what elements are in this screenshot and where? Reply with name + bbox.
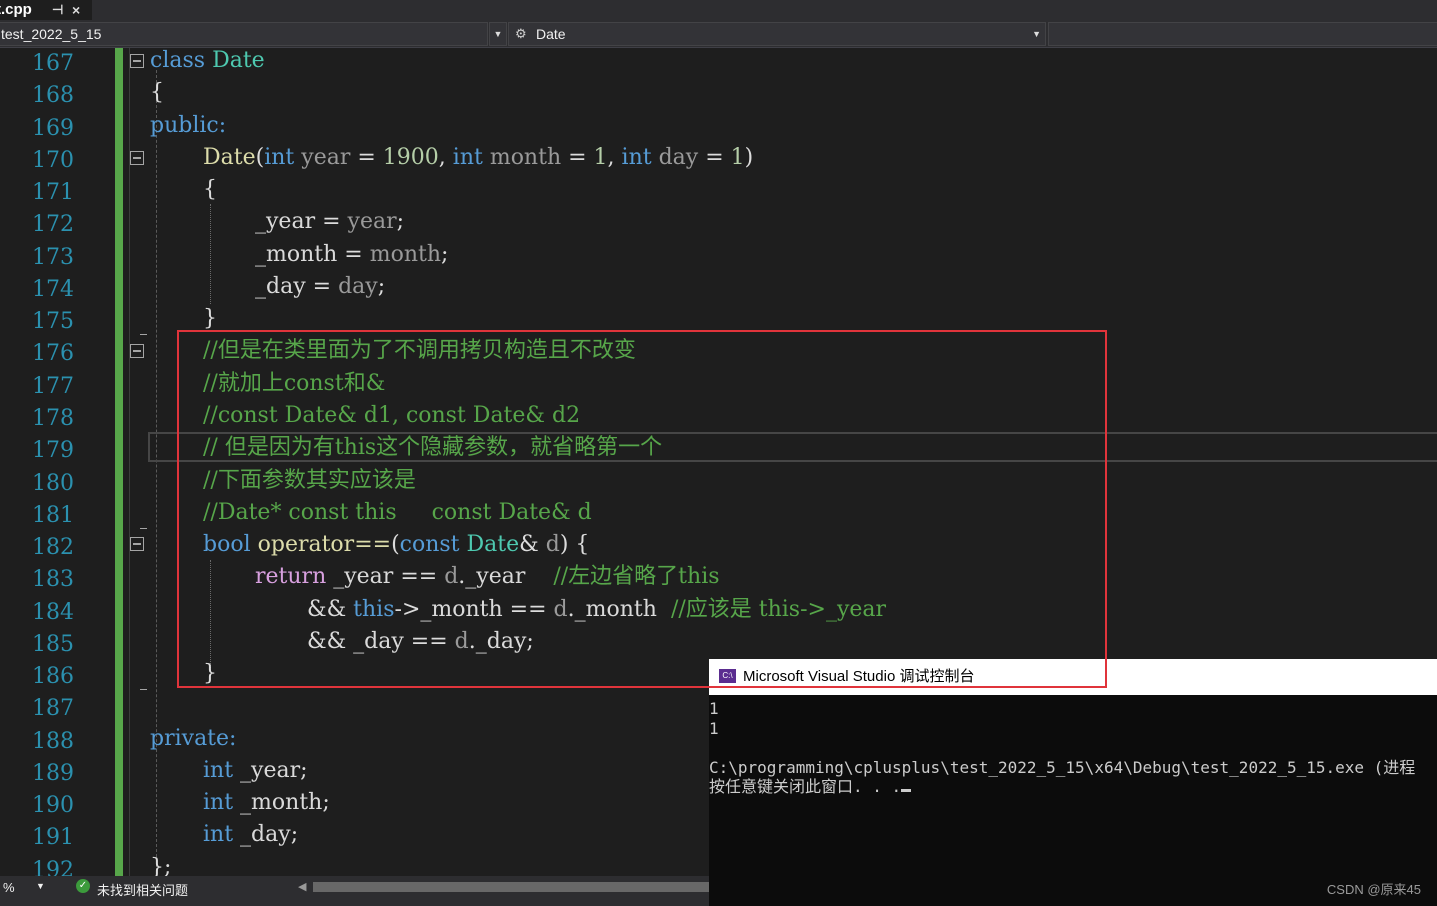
line-number: 185 [32,631,74,657]
code-line: _day = day; [255,273,386,299]
outline-guide-end [140,689,147,690]
horizontal-scrollbar[interactable] [313,882,709,892]
outline-margin [129,48,130,876]
watermark: CSDN @原来45 [1326,882,1421,897]
class-icon: ⚙ [515,26,527,41]
check-circle-icon: ✓ [76,879,90,893]
line-number: 192 [32,857,74,876]
line-number: 170 [32,147,74,173]
line-number: 187 [32,696,74,722]
highlight-annotation-box [177,330,1107,688]
console-line: 1 [709,699,719,718]
code-line: int _day; [203,822,299,848]
console-output[interactable]: 11 C:\programming\cplusplus\test_2022_5_… [709,699,1415,797]
line-number: 176 [32,341,74,367]
change-indicator-bar [115,48,123,876]
code-line: private: [150,725,237,751]
outline-guide-end [140,528,147,529]
line-number: 180 [32,470,74,496]
zoom-level[interactable]: % [3,880,15,895]
code-line: _year = year; [255,209,405,235]
debug-console-window[interactable]: C:\ Microsoft Visual Studio 调试控制台 11 C:\… [709,659,1437,906]
line-number: 190 [32,793,74,819]
code-line: }; [150,854,172,876]
line-number: 178 [32,405,74,431]
member-value: Date [536,26,566,42]
code-line: public: [150,112,227,138]
line-number: 177 [32,373,74,399]
code-line: { [203,177,217,203]
issues-status[interactable]: 未找到相关问题 [97,880,188,899]
function-dropdown[interactable] [1048,22,1437,46]
outline-guide-end [140,334,147,335]
chevron-down-icon[interactable]: ▼ [489,22,507,46]
text-cursor [901,789,912,792]
code-line: Date(int year = 1900, int month = 1, int… [203,144,754,170]
code-line: _month = month; [255,241,449,267]
line-number: 172 [32,212,74,238]
file-tab[interactable]: t.cpp ⊣ × [0,0,92,20]
file-tab-label: t.cpp [0,1,32,18]
line-number: 191 [32,825,74,851]
navigation-bar: test_2022_5_15 ▼ ⚙ Date ▼ [0,20,1437,48]
code-line: int _month; [203,790,330,816]
collapse-toggle-icon[interactable] [130,151,144,165]
project-scope-value: test_2022_5_15 [1,26,102,42]
line-number: 171 [32,180,74,206]
console-line: 1 [709,718,719,738]
pin-icon[interactable]: ⊣ [52,0,63,20]
line-number: 188 [32,728,74,754]
editor-status-bar: % ▼ ✓ 未找到相关问题 ◀ [0,876,709,906]
line-number: 183 [32,567,74,593]
console-line: 按任意键关闭此窗口. . . [709,777,1415,797]
code-line: { [150,80,164,106]
line-number: 168 [32,83,74,109]
line-number: 186 [32,664,74,690]
collapse-toggle-icon[interactable] [130,344,144,358]
line-number: 182 [32,535,74,561]
tab-bar: t.cpp ⊣ × [0,0,1437,20]
code-line: int _year; [203,757,308,783]
scroll-left-icon[interactable]: ◀ [298,880,306,893]
project-scope-dropdown[interactable]: test_2022_5_15 [0,22,488,46]
line-number: 167 [32,51,74,76]
code-line: class Date [150,48,265,73]
collapse-toggle-icon[interactable] [130,537,144,551]
line-number: 173 [32,244,74,270]
line-number: 174 [32,276,74,302]
line-number: 181 [32,502,74,528]
indent-guide [210,204,211,304]
collapse-toggle-icon[interactable] [130,54,144,68]
line-number: 184 [32,599,74,625]
line-number: 175 [32,309,74,335]
line-number: 189 [32,760,74,786]
chevron-down-icon[interactable]: ▼ [1032,23,1041,45]
close-icon[interactable]: × [72,0,80,20]
line-number: 169 [32,115,74,141]
chevron-down-icon[interactable]: ▼ [36,881,45,891]
member-dropdown[interactable]: ⚙ Date ▼ [508,22,1046,46]
line-number: 179 [32,438,74,464]
console-line: C:\programming\cplusplus\test_2022_5_15\… [709,757,1416,777]
